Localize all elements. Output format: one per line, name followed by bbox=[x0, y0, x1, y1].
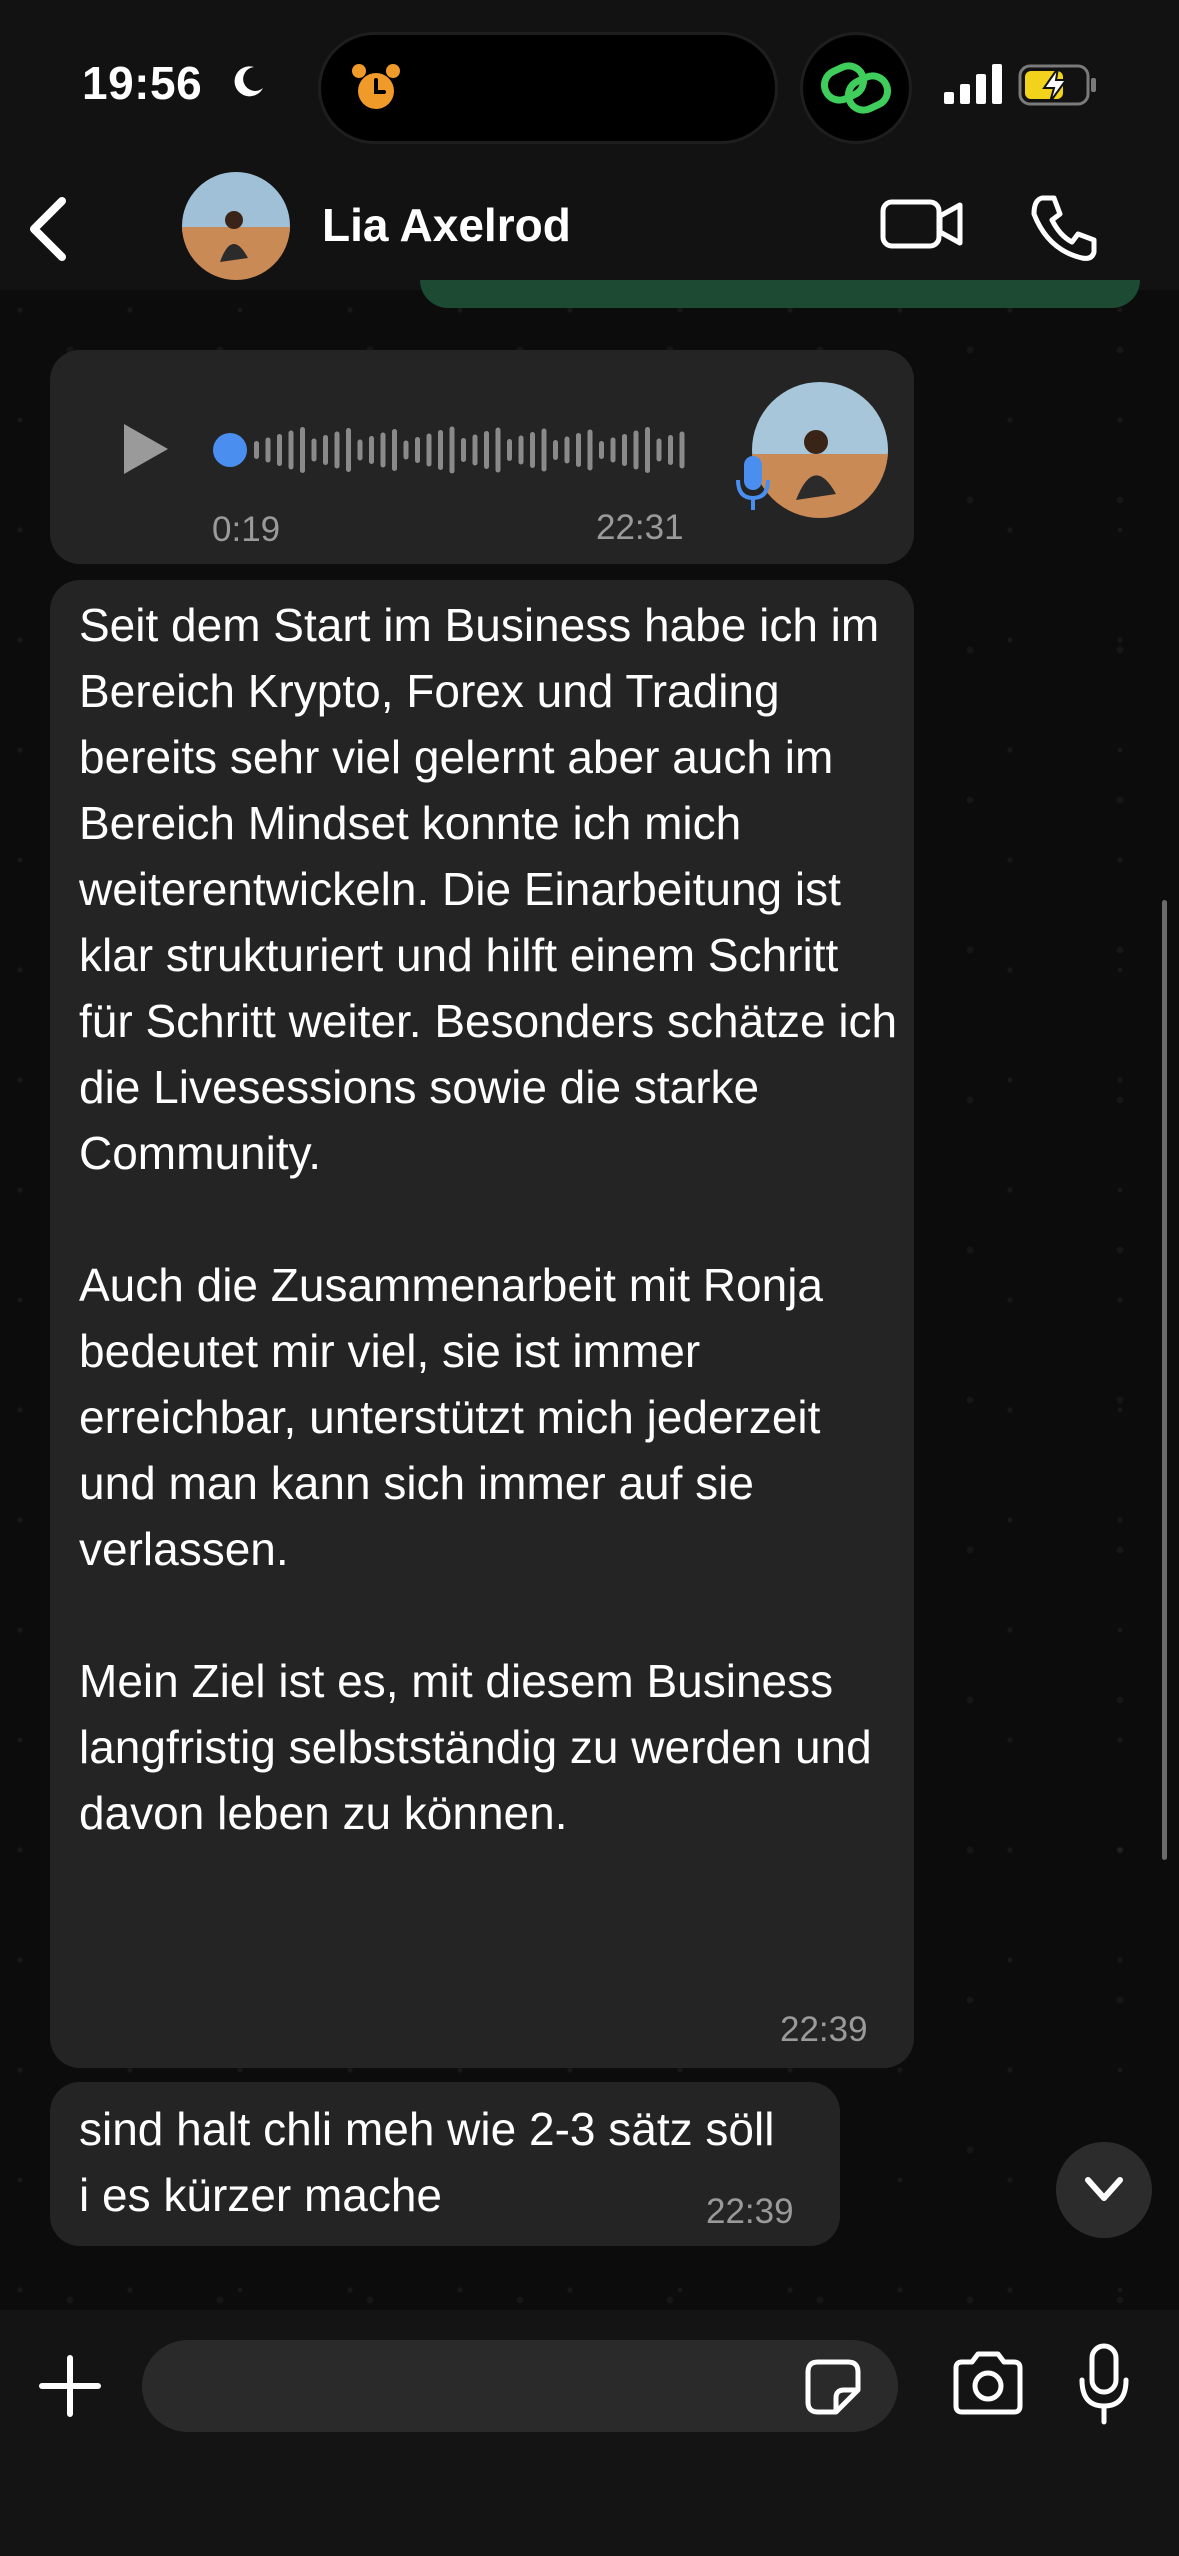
voice-mic-icon bbox=[736, 456, 770, 510]
waveform-bar bbox=[265, 437, 271, 463]
voice-timestamp: 22:31 bbox=[596, 508, 684, 547]
voice-call-icon[interactable] bbox=[1028, 192, 1100, 264]
waveform-bar bbox=[300, 427, 305, 473]
play-icon[interactable] bbox=[118, 420, 172, 478]
battery-charging-icon bbox=[1018, 64, 1096, 106]
short-message-timestamp: 22:39 bbox=[706, 2192, 794, 2231]
audio-waveform[interactable] bbox=[212, 418, 692, 482]
chevron-down-icon bbox=[1085, 2177, 1123, 2201]
waveform-bar bbox=[576, 433, 581, 467]
voice-sender-avatar bbox=[752, 382, 888, 518]
waveform-bar bbox=[380, 432, 386, 468]
message-input[interactable] bbox=[142, 2340, 898, 2432]
waveform-bar bbox=[461, 438, 466, 462]
waveform-bar bbox=[645, 427, 650, 473]
waveform-bar bbox=[392, 429, 397, 471]
video-call-icon[interactable] bbox=[880, 196, 964, 252]
scrollbar[interactable] bbox=[1162, 900, 1167, 1860]
voice-duration: 0:19 bbox=[212, 510, 281, 549]
waveform-bar bbox=[449, 426, 455, 474]
waveform-bar bbox=[403, 440, 409, 460]
message-timestamp: 22:39 bbox=[780, 2010, 868, 2049]
microphone-icon[interactable] bbox=[1076, 2342, 1132, 2426]
waveform-bar bbox=[530, 432, 535, 468]
waveform-bar bbox=[472, 434, 478, 466]
waveform-bar bbox=[599, 441, 604, 459]
chat-header bbox=[0, 170, 1179, 290]
contact-avatar[interactable] bbox=[182, 172, 290, 280]
waveform-bar bbox=[679, 431, 685, 469]
alarm-icon bbox=[352, 64, 400, 109]
waveform-bar bbox=[495, 427, 501, 473]
waveform-bar bbox=[334, 431, 340, 469]
waveform-bar bbox=[553, 440, 558, 460]
waveform-bar bbox=[415, 437, 420, 463]
waveform-bar bbox=[587, 429, 593, 471]
waveform-bar bbox=[484, 431, 489, 469]
link-icon bbox=[820, 62, 892, 114]
signal-icon bbox=[944, 64, 1002, 104]
previous-message-bubble bbox=[420, 280, 1140, 308]
message-text: Seit dem Start im Business habe ich im B… bbox=[79, 599, 898, 1839]
waveform-bar bbox=[622, 434, 627, 466]
waveform-bar bbox=[610, 437, 616, 463]
waveform-bar bbox=[357, 439, 363, 461]
waveform-bar bbox=[507, 439, 512, 461]
back-icon[interactable] bbox=[20, 195, 80, 263]
contact-name[interactable]: Lia Axelrod bbox=[322, 198, 571, 252]
waveform-bar bbox=[633, 430, 639, 470]
waveform-bar bbox=[438, 430, 443, 470]
waveform-bar bbox=[656, 438, 662, 462]
short-message-text: sind halt chli meh wie 2-3 sätz söll i e… bbox=[79, 2103, 775, 2221]
waveform-bar bbox=[564, 436, 570, 464]
waveform-bar bbox=[311, 438, 317, 462]
waveform-bar bbox=[323, 435, 328, 465]
waveform-bar bbox=[277, 434, 282, 466]
sticker-icon[interactable] bbox=[804, 2358, 862, 2416]
waveform-bar bbox=[288, 430, 294, 470]
status-time: 19:56 bbox=[82, 57, 203, 109]
waveform-bar bbox=[369, 436, 374, 464]
waveform-bar bbox=[346, 428, 351, 472]
waveform-bar bbox=[518, 435, 524, 465]
waveform-bar bbox=[426, 433, 432, 467]
plus-icon[interactable] bbox=[38, 2354, 102, 2418]
camera-icon[interactable] bbox=[950, 2350, 1026, 2416]
waveform-bar bbox=[668, 435, 673, 465]
moon-icon bbox=[234, 66, 263, 97]
waveform-bar bbox=[541, 428, 547, 472]
waveform-bar bbox=[254, 441, 259, 459]
playback-position-dot bbox=[213, 433, 247, 467]
